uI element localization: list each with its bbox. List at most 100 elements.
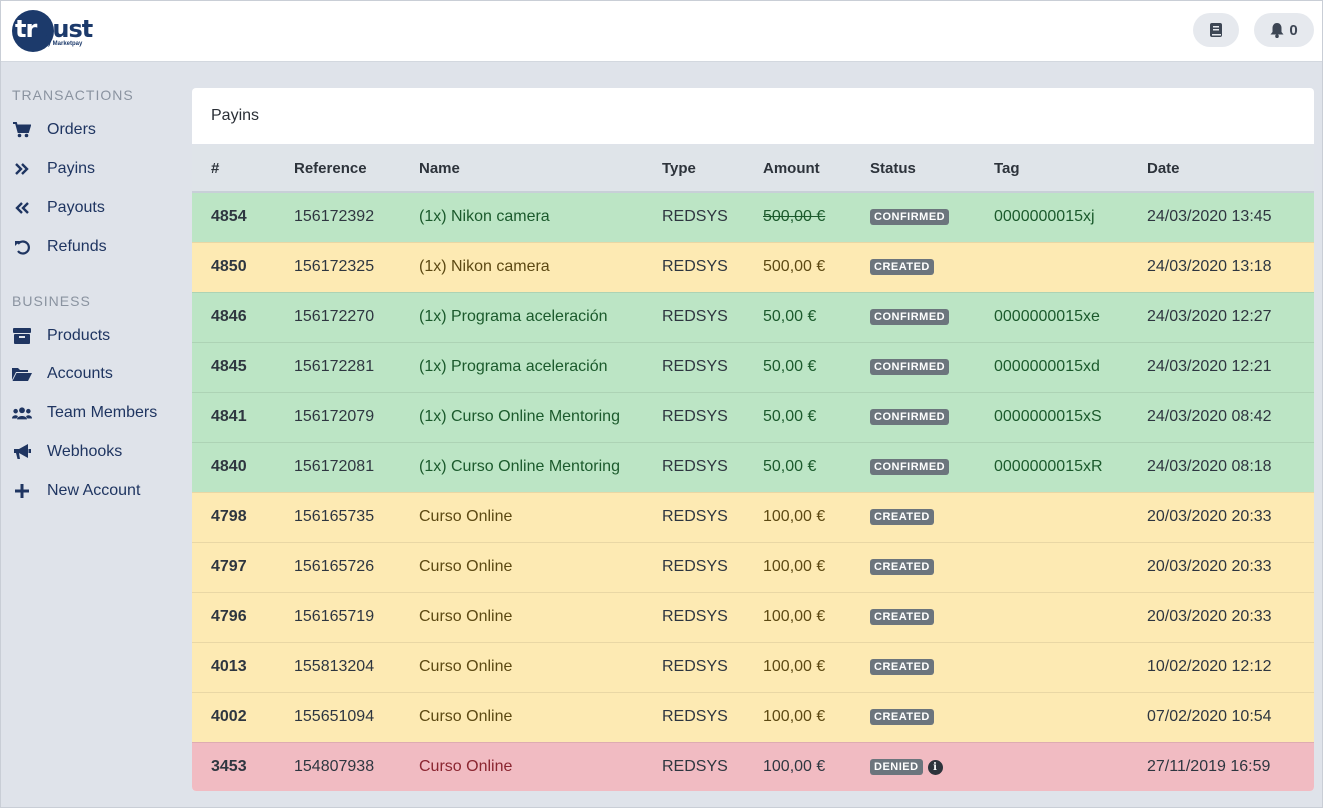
sidebar-item-new-account[interactable]: New Account [1,473,189,509]
cell-amount: 50,00 € [744,391,851,442]
cell-id-text: 4846 [211,308,247,325]
cell-type: REDSYS [643,491,744,542]
table-row[interactable]: 4797 156165726 Curso Online REDSYS 100,00 € C… [192,541,1314,592]
status-badge: CREATED [870,658,934,675]
truust-logo[interactable]: truust by Marketpay [12,10,93,52]
cell-date: 24/03/2020 13:45 [1128,191,1314,242]
cell-type: REDSYS [643,741,744,791]
cell-type-text: REDSYS [662,508,728,525]
logo-subtitle: by Marketpay [44,41,83,47]
cell-amount-text: 100,00 € [763,508,826,525]
cell-tag [975,691,1128,742]
cell-name: (1x) Programa aceleración [400,291,643,342]
sidebar-item-payins[interactable]: Payins [1,151,189,187]
cell-type: REDSYS [643,341,744,392]
cell-type-text: REDSYS [662,258,728,275]
table-row[interactable]: 4841 156172079 (1x) Curso Online Mentoring… [192,391,1314,442]
cell-name: (1x) Curso Online Mentoring [400,441,643,492]
cell-status: CREATED [851,241,975,292]
cell-id: 4013 [192,641,275,692]
cell-reference-text: 155813204 [294,658,375,675]
cell-amount: 100,00 € [744,491,851,542]
sidebar-item-label: Payins [47,160,96,177]
cell-date: 24/03/2020 13:18 [1128,241,1314,292]
column-header-id[interactable]: # [192,145,275,193]
cell-reference: 156165726 [275,541,400,592]
cell-type-text: REDSYS [662,208,728,226]
undo-icon [12,239,32,255]
table-row[interactable]: 4002 155651094 Curso Online REDSYS 100,00 € C… [192,691,1314,742]
cell-id: 4845 [192,341,275,392]
cell-id-text: 4797 [211,558,247,575]
plus-icon [12,484,32,498]
cell-amount: 50,00 € [744,291,851,342]
column-header-name[interactable]: Name [400,145,643,193]
cell-tag: 0000000015xe [975,291,1128,342]
sidebar-item-orders[interactable]: Orders [1,112,189,148]
cell-id-text: 4845 [211,358,247,375]
column-header-reference[interactable]: Reference [275,145,400,193]
table-row[interactable]: 4845 156172281 (1x) Programa aceleración RE… [192,341,1314,392]
column-header-tag[interactable]: Tag [975,145,1128,193]
sidebar-item-payouts[interactable]: Payouts [1,190,189,226]
cell-date: 20/03/2020 20:33 [1128,541,1314,592]
column-header-type[interactable]: Type [643,145,744,193]
sidebar-item-products[interactable]: Products [1,318,189,354]
table-row[interactable]: 3453 154807938 Curso Online REDSYS 100,00 € D… [192,741,1314,791]
cell-name-text: Curso Online [419,708,513,725]
cell-type-text: REDSYS [662,308,728,325]
table-row[interactable]: 4798 156165735 Curso Online REDSYS 100,00 € C… [192,491,1314,542]
sidebar-item-accounts[interactable]: Accounts [1,356,189,392]
table-row[interactable]: 4846 156172270 (1x) Programa aceleración RE… [192,291,1314,342]
table-row[interactable]: 4850 156172325 (1x) Nikon camera REDSYS 500,… [192,241,1314,292]
status-badge: CREATED [870,558,934,575]
cell-name-text: (1x) Nikon camera [419,258,550,275]
sidebar-item-team-members[interactable]: Team Members [1,395,189,431]
notifications-button[interactable]: 0 [1254,13,1314,47]
cell-name-text: (1x) Programa aceleración [419,358,608,375]
cell-date-text: 24/03/2020 13:45 [1147,208,1272,226]
cell-id-text: 4002 [211,708,247,725]
sidebar-item-refunds[interactable]: Refunds [1,229,189,265]
sidebar-item-label: Orders [47,121,96,138]
table-row[interactable]: 4796 156165719 Curso Online REDSYS 100,00 € C… [192,591,1314,642]
cell-reference: 156172325 [275,241,400,292]
cell-amount-text: 100,00 € [763,708,826,725]
column-header-status[interactable]: Status [851,145,975,193]
table-row[interactable]: 4854 156172392 (1x) Nikon camera REDSYS 500,… [192,191,1314,242]
column-header-date[interactable]: Date [1128,145,1314,193]
cell-id-text: 4796 [211,608,247,625]
cell-status: DENIED i [851,741,975,791]
users-icon [12,406,32,420]
cell-tag [975,741,1128,791]
table-row[interactable]: 4840 156172081 (1x) Curso Online Mentoring… [192,441,1314,492]
cell-amount-text: 50,00 € [763,358,817,375]
cell-amount: 100,00 € [744,641,851,692]
cell-id: 4840 [192,441,275,492]
column-header-amount[interactable]: Amount [744,145,851,193]
cell-tag-text: 0000000015xd [994,358,1100,375]
cell-name: (1x) Nikon camera [400,191,643,242]
cell-tag: 0000000015xj [975,191,1128,242]
info-icon[interactable]: i [927,759,943,775]
section-title-transactions: TRANSACTIONS [12,87,134,103]
cell-date-text: 20/03/2020 20:33 [1147,508,1272,525]
page-title: Payins [192,88,1314,145]
cell-id-text: 4850 [211,258,247,275]
cell-date-text: 07/02/2020 10:54 [1147,708,1272,725]
cell-amount-text: 100,00 € [763,608,826,625]
cell-tag-text: 0000000015xS [994,408,1102,425]
table-row[interactable]: 4013 155813204 Curso Online REDSYS 100,00 € C… [192,641,1314,692]
docs-button[interactable] [1193,13,1239,47]
cell-tag [975,641,1128,692]
cell-date: 24/03/2020 08:18 [1128,441,1314,492]
cell-tag: 0000000015xR [975,441,1128,492]
cell-date-text: 24/03/2020 12:27 [1147,308,1272,325]
cell-reference: 156165719 [275,591,400,642]
cell-tag [975,491,1128,542]
cell-date: 24/03/2020 12:27 [1128,291,1314,342]
cell-name: Curso Online [400,641,643,692]
sidebar-item-webhooks[interactable]: Webhooks [1,434,189,470]
status-badge: CONFIRMED [870,209,950,226]
section-title-business: BUSINESS [12,293,91,309]
